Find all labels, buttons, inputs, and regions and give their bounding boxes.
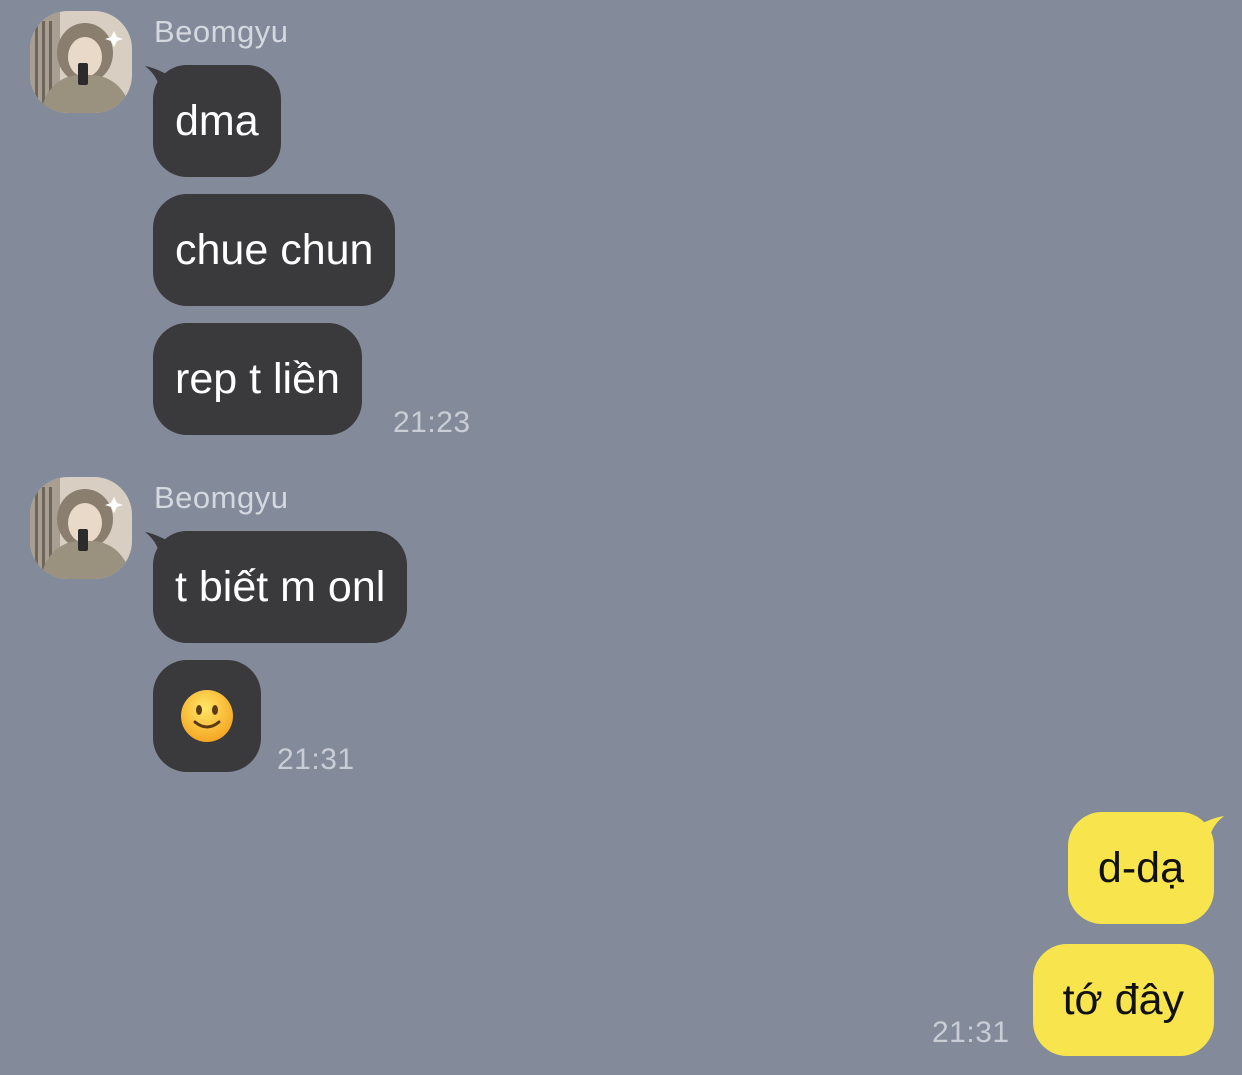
message-bubble[interactable]: dma (153, 65, 281, 177)
message-timestamp: 21:31 (277, 743, 355, 776)
message-text: t biết m onl (175, 562, 386, 611)
avatar-photo (30, 11, 132, 113)
sender-name: Beomgyu (154, 480, 289, 515)
message-text: tớ đây (1062, 975, 1184, 1024)
message-timestamp: 21:23 (393, 406, 471, 439)
message-bubble[interactable]: rep t liền (153, 323, 362, 435)
emoji-message-bubble[interactable] (153, 660, 261, 772)
message-timestamp: 21:31 (932, 1016, 1010, 1049)
message-bubble[interactable]: chue chun (153, 194, 396, 306)
message-bubble[interactable]: t biết m onl (153, 531, 408, 643)
message-text: chue chun (175, 225, 374, 274)
avatar[interactable] (30, 11, 132, 113)
message-text: rep t liền (175, 354, 340, 403)
avatar[interactable] (30, 477, 132, 579)
avatar-photo (30, 477, 132, 579)
message-text: d-dạ (1097, 843, 1184, 892)
message-bubble[interactable]: tớ đây (1032, 944, 1214, 1056)
message-text: dma (175, 96, 259, 145)
message-bubble[interactable]: d-dạ (1067, 812, 1214, 924)
sender-name: Beomgyu (154, 14, 289, 49)
slightly-smiling-face-icon (181, 690, 233, 742)
